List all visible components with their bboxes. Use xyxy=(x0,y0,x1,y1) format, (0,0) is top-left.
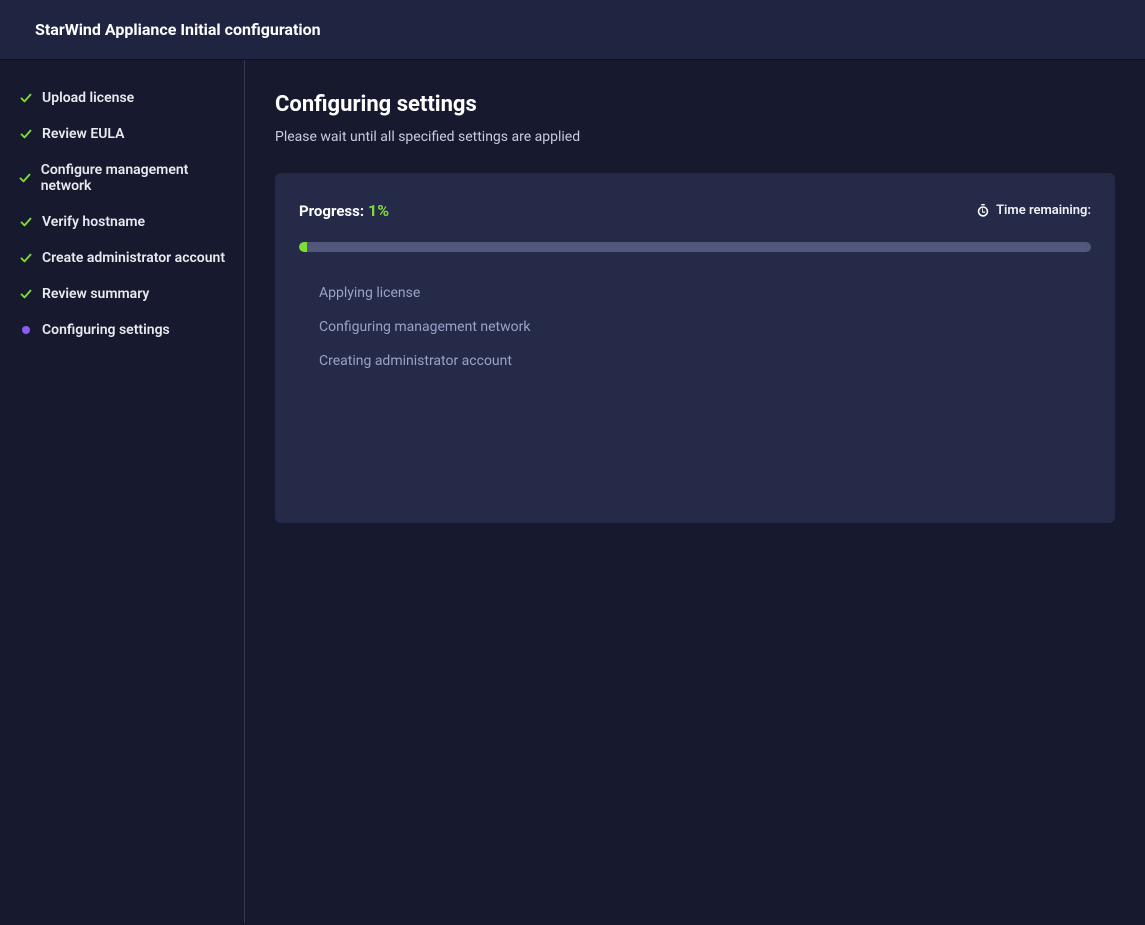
check-icon xyxy=(18,288,34,300)
sidebar-item-review-eula: Review EULA xyxy=(0,116,244,152)
active-dot-icon xyxy=(18,326,34,334)
sidebar-item-label: Configure management network xyxy=(41,162,226,194)
check-icon xyxy=(18,172,33,184)
page-title: Configuring settings xyxy=(275,92,1115,117)
time-remaining-label: Time remaining: xyxy=(996,203,1091,218)
header-title: StarWind Appliance Initial configuration xyxy=(35,20,1110,39)
sidebar-item-configure-network: Configure management network xyxy=(0,152,244,204)
step-list: Applying license Configuring management … xyxy=(299,276,1091,378)
step-configure-network: Configuring management network xyxy=(319,310,1091,344)
sidebar-item-label: Review EULA xyxy=(42,126,124,142)
header: StarWind Appliance Initial configuration xyxy=(0,0,1145,60)
sidebar-item-review-summary: Review summary xyxy=(0,276,244,312)
sidebar-item-label: Create administrator account xyxy=(42,250,225,266)
check-icon xyxy=(18,92,34,104)
sidebar-item-label: Verify hostname xyxy=(42,214,145,230)
check-icon xyxy=(18,252,34,264)
step-applying-license: Applying license xyxy=(319,276,1091,310)
check-icon xyxy=(18,216,34,228)
sidebar-item-upload-license: Upload license xyxy=(0,80,244,116)
time-remaining: Time remaining: xyxy=(976,203,1091,218)
sidebar-item-label: Configuring settings xyxy=(42,322,170,338)
progress-label-group: Progress: 1% xyxy=(299,201,389,220)
sidebar-item-label: Upload license xyxy=(42,90,134,106)
layout: Upload license Review EULA Configure man… xyxy=(0,60,1145,923)
check-icon xyxy=(18,128,34,140)
sidebar: Upload license Review EULA Configure man… xyxy=(0,60,245,923)
sidebar-item-label: Review summary xyxy=(42,286,149,302)
sidebar-item-verify-hostname: Verify hostname xyxy=(0,204,244,240)
sidebar-item-configuring-settings: Configuring settings xyxy=(0,312,244,348)
progress-header: Progress: 1% Time remaining: xyxy=(299,201,1091,220)
sidebar-item-create-admin: Create administrator account xyxy=(0,240,244,276)
progress-label: Progress: xyxy=(299,202,364,220)
stopwatch-icon xyxy=(976,204,990,218)
step-create-admin: Creating administrator account xyxy=(319,344,1091,378)
page-subtitle: Please wait until all specified settings… xyxy=(275,129,1115,145)
progress-panel: Progress: 1% Time remaining: Applying li… xyxy=(275,173,1115,523)
progress-bar-fill xyxy=(299,242,307,252)
main: Configuring settings Please wait until a… xyxy=(245,60,1145,923)
progress-bar xyxy=(299,242,1091,252)
progress-value: 1% xyxy=(368,201,389,220)
